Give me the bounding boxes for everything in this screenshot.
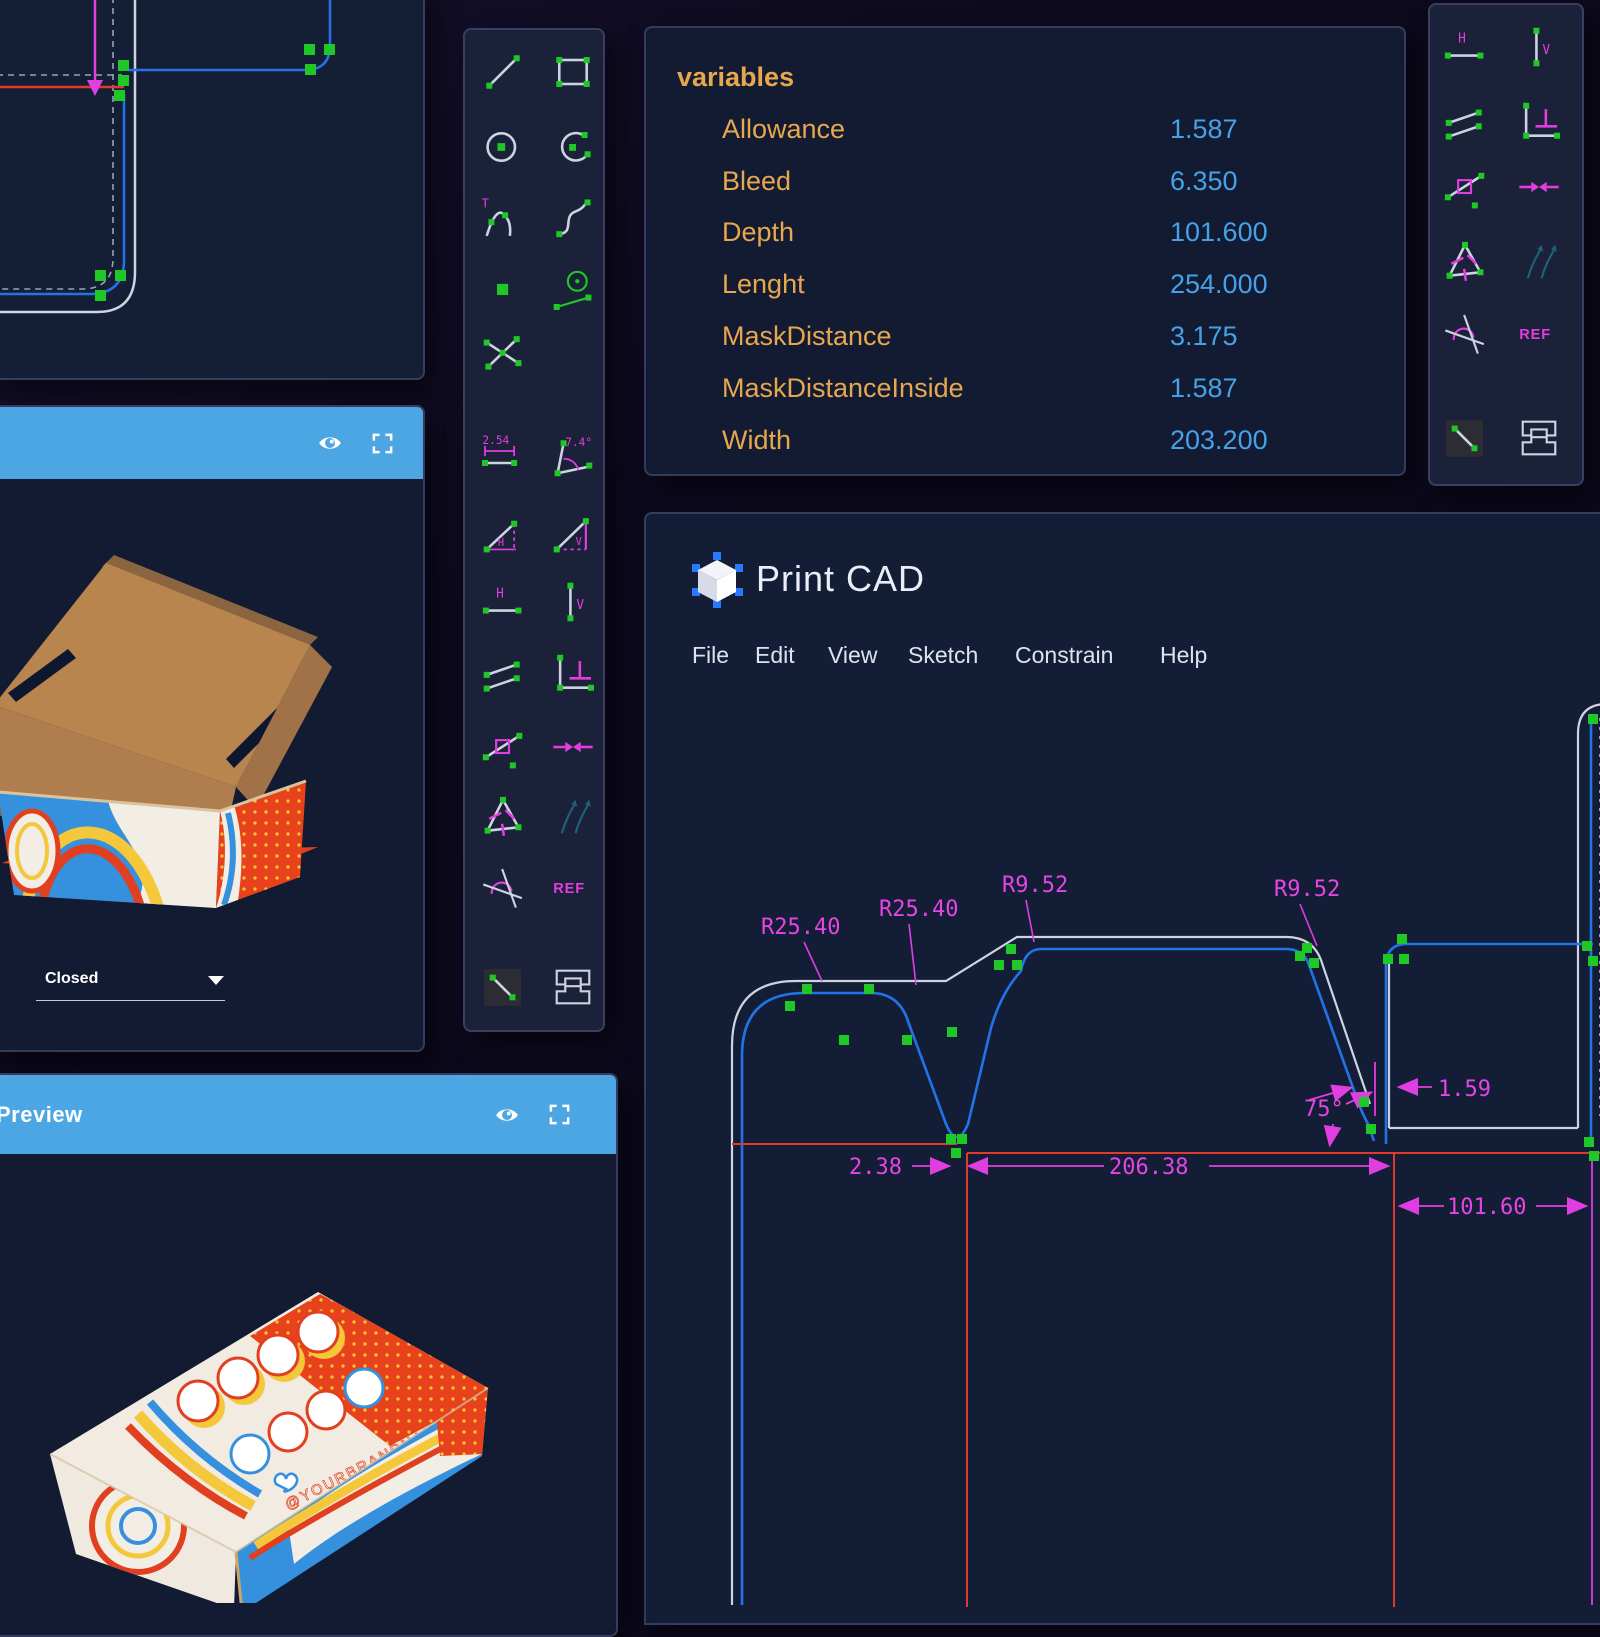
tool-extrude-button[interactable] <box>1515 414 1563 462</box>
fullscreen-button[interactable] <box>369 430 395 456</box>
tool-line-button[interactable] <box>479 48 527 96</box>
constraint-midpoint-button[interactable] <box>1441 163 1489 211</box>
variables-title: variables <box>677 62 794 93</box>
variable-row[interactable]: Lenght 254.000 <box>646 269 1404 309</box>
constraint-midpoint-button[interactable] <box>479 723 527 771</box>
variable-value[interactable]: 1.587 <box>1170 373 1238 404</box>
dimension-vertical-button[interactable] <box>549 510 597 558</box>
visibility-toggle-button[interactable] <box>494 1102 520 1128</box>
visibility-toggle-button[interactable] <box>317 430 343 456</box>
tool-arc-button[interactable] <box>549 123 597 171</box>
closed-box-render: @YOURBRANDNAME f X <box>0 1154 616 1603</box>
construction-line-toggle[interactable] <box>479 963 527 1011</box>
fullscreen-button[interactable] <box>546 1102 572 1128</box>
svg-text:75°: 75° <box>1304 1097 1344 1122</box>
variable-row[interactable]: MaskDistanceInside 1.587 <box>646 373 1404 413</box>
variable-name: MaskDistance <box>722 321 892 352</box>
svg-text:1.59: 1.59 <box>1438 1077 1491 1102</box>
dimension-angle-button[interactable] <box>549 433 597 481</box>
constraint-perpendicular-button[interactable] <box>549 650 597 698</box>
chevron-down-icon <box>208 976 224 985</box>
constraint-toolbar-panel <box>1428 3 1584 486</box>
constraint-vertical-button[interactable] <box>549 578 597 626</box>
variable-row[interactable]: MaskDistance 3.175 <box>646 321 1404 361</box>
svg-text:R9.52: R9.52 <box>1002 873 1068 898</box>
variable-value[interactable]: 3.175 <box>1170 321 1238 352</box>
variable-value[interactable]: 101.600 <box>1170 217 1268 248</box>
printcad-window: Print CAD File Edit View Sketch Constrai… <box>644 512 1600 1625</box>
variable-row[interactable]: Depth 101.600 <box>646 217 1404 257</box>
variable-name: MaskDistanceInside <box>722 373 964 404</box>
variable-value[interactable]: 254.000 <box>1170 269 1268 300</box>
constraint-symmetric-button[interactable] <box>1515 238 1563 286</box>
svg-text:R25.40: R25.40 <box>879 897 958 922</box>
constraint-reference-button[interactable] <box>549 863 597 911</box>
sketch-fragment-panel <box>0 0 425 380</box>
preview-closed-panel: Preview <box>0 1073 618 1637</box>
tool-spline-button[interactable] <box>549 193 597 241</box>
svg-text:R9.52: R9.52 <box>1274 877 1340 902</box>
constraint-reference-button[interactable] <box>1515 309 1563 357</box>
svg-text:2.38: 2.38 <box>849 1155 902 1180</box>
constraint-tangent-button[interactable] <box>1441 309 1489 357</box>
constraint-horizontal-button[interactable] <box>1441 23 1489 71</box>
constraint-vertical-button[interactable] <box>1515 23 1563 71</box>
constraint-symmetric-button[interactable] <box>549 793 597 841</box>
preview-open-header <box>0 407 423 479</box>
open-box-render <box>0 479 423 949</box>
tool-circle-button[interactable] <box>479 123 527 171</box>
preview-closed-header: Preview <box>0 1075 616 1154</box>
svg-text:X: X <box>425 1491 442 1511</box>
dimension-linear-button[interactable] <box>479 433 527 481</box>
constraint-perpendicular-button[interactable] <box>1515 98 1563 146</box>
box-state-label: Closed <box>45 970 98 987</box>
svg-text:f: f <box>383 1520 396 1538</box>
tool-text-spline-button[interactable] <box>479 193 527 241</box>
dropdown-underline <box>36 1000 225 1001</box>
tool-tangent-circle-button[interactable] <box>549 265 597 313</box>
constraint-coincident-button[interactable] <box>549 723 597 771</box>
sketch-toolbar-panel <box>463 28 605 1032</box>
constraint-equal-button[interactable] <box>479 793 527 841</box>
svg-text:206.38: 206.38 <box>1109 1155 1188 1180</box>
constraint-parallel-button[interactable] <box>1441 98 1489 146</box>
variable-row[interactable]: Bleed 6.350 <box>646 166 1404 206</box>
cad-drawing-canvas[interactable]: 2.38 206.38 101.60 1.59 75° R25.40 R25.4… <box>648 516 1600 1607</box>
dimension-horizontal-button[interactable] <box>479 510 527 558</box>
sketch-fragment-canvas[interactable] <box>0 0 423 378</box>
tool-extrude-button[interactable] <box>549 963 597 1011</box>
tool-rectangle-button[interactable] <box>549 48 597 96</box>
variable-name: Depth <box>722 217 794 248</box>
variables-panel: variables Allowance 1.587 Bleed 6.350 Dept… <box>644 26 1406 476</box>
constraint-horizontal-button[interactable] <box>479 578 527 626</box>
variable-row[interactable]: Width 203.200 <box>646 425 1404 465</box>
constraint-coincident-button[interactable] <box>1515 163 1563 211</box>
variable-name: Bleed <box>722 166 791 197</box>
variable-value[interactable]: 6.350 <box>1170 166 1238 197</box>
constraint-parallel-button[interactable] <box>479 650 527 698</box>
variable-name: Width <box>722 425 791 456</box>
variable-row[interactable]: Allowance 1.587 <box>646 114 1404 154</box>
box-state-dropdown[interactable]: Closed <box>45 970 98 988</box>
constraint-tangent-button[interactable] <box>479 863 527 911</box>
construction-line-toggle[interactable] <box>1441 414 1489 462</box>
variable-name: Lenght <box>722 269 805 300</box>
tool-trim-button[interactable] <box>479 328 527 376</box>
constraint-equal-button[interactable] <box>1441 238 1489 286</box>
variable-name: Allowance <box>722 114 845 145</box>
variable-value[interactable]: 203.200 <box>1170 425 1268 456</box>
variable-value[interactable]: 1.587 <box>1170 114 1238 145</box>
preview-title: Preview <box>0 1102 83 1128</box>
preview-open-panel: Closed <box>0 405 425 1052</box>
svg-text:R25.40: R25.40 <box>761 915 840 940</box>
svg-text:101.60: 101.60 <box>1447 1195 1526 1220</box>
tool-point-button[interactable] <box>479 265 527 313</box>
